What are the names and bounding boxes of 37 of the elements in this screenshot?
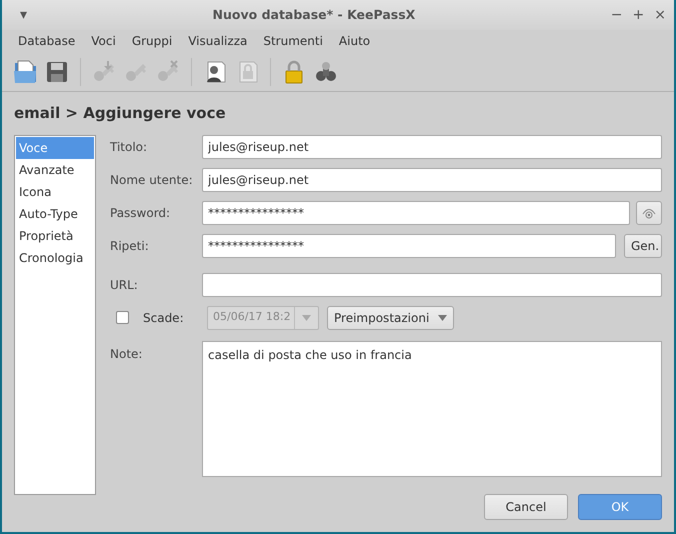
text-field[interactable]: jules@riseup.net (202, 134, 662, 158)
field-label: Nome utente: (110, 172, 194, 188)
field-label: Ripeti: (110, 238, 150, 254)
sidebar-item[interactable]: Avanzate (16, 158, 94, 180)
maximize-button[interactable]: + (632, 8, 644, 22)
sidebar-item[interactable]: Cronologia (16, 246, 94, 268)
minimize-button[interactable]: − (610, 8, 623, 22)
eye-icon (642, 207, 656, 220)
menu-item[interactable]: Database (10, 32, 84, 50)
generate-button[interactable]: Gen. (624, 234, 662, 258)
text-field[interactable]: jules@riseup.net (202, 168, 662, 192)
dropdown-arrow-icon (302, 314, 311, 320)
cancel-button[interactable]: Cancel (484, 494, 568, 520)
menu-item[interactable]: Strumenti (255, 32, 331, 50)
close-button[interactable]: × (654, 8, 666, 22)
caret-icon (438, 314, 447, 320)
field-label: Note: (110, 346, 144, 362)
field-label: URL: (110, 276, 139, 294)
folder-icon[interactable] (12, 58, 38, 84)
field-label: Password: (110, 204, 172, 222)
menu-item[interactable]: Voci (83, 32, 124, 50)
sidebar-item[interactable]: Icona (16, 180, 94, 202)
notes-field[interactable]: casella di posta che uso in francia (202, 340, 662, 476)
menu-item[interactable]: Aiuto (330, 32, 378, 50)
reveal-password-button[interactable] (636, 200, 662, 224)
field-label: Scade: (143, 310, 185, 326)
page-heading: email > Aggiungere voce (13, 103, 227, 124)
field-label: Titolo: (110, 138, 148, 156)
menu-item[interactable]: Gruppi (124, 32, 180, 50)
sidebar-item[interactable]: Auto-Type (16, 202, 94, 224)
sidebar-item[interactable]: Proprietà (16, 224, 94, 246)
text-field[interactable] (202, 272, 662, 296)
menu-item[interactable]: Visualizza (180, 32, 256, 50)
window-title: Nuovo database* - KeePassX (212, 6, 416, 24)
password-field[interactable]: **************** (202, 200, 630, 224)
password-field[interactable]: **************** (202, 234, 616, 258)
window-menu-button[interactable]: ▾ (20, 8, 28, 22)
